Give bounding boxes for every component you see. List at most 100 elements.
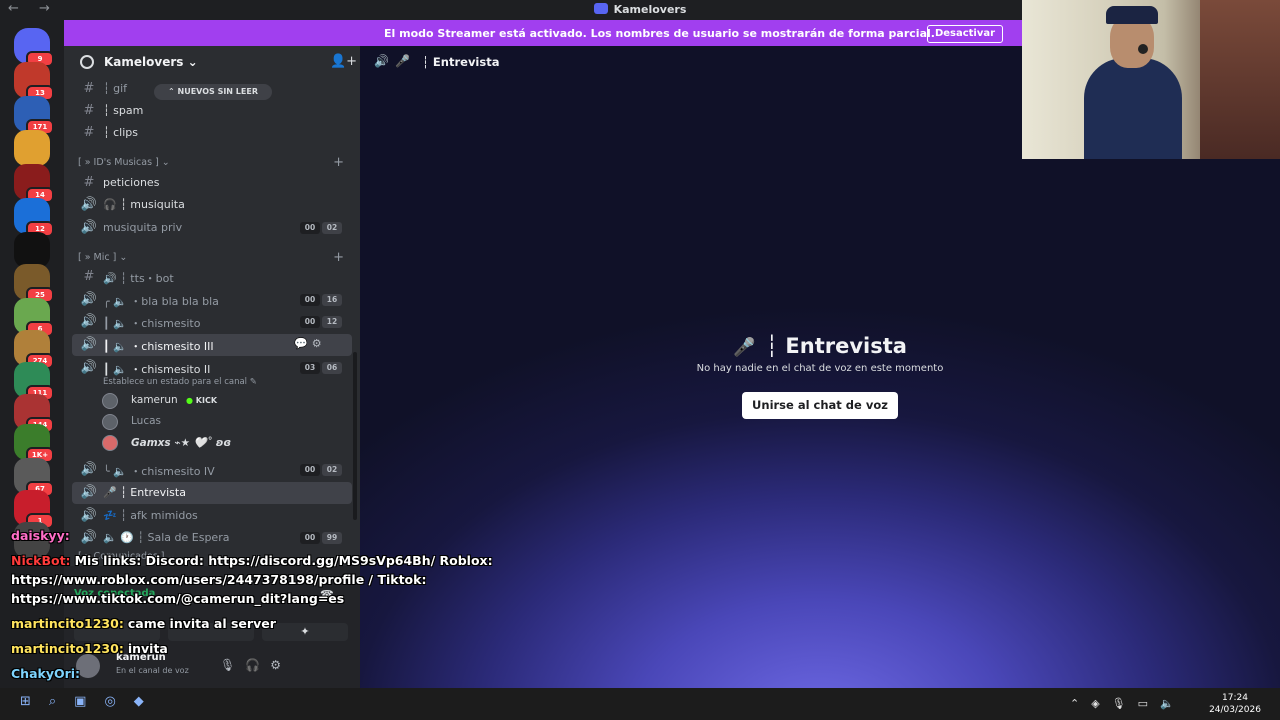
channel-status-prompt[interactable]: Establece un estado para el canal ✎ (103, 377, 257, 387)
channel-entrevista[interactable]: 🔊 🎤 ┆ Entrevista (72, 482, 352, 504)
channel-label: peticiones (103, 176, 160, 189)
guild-name-text: Kamelovers (104, 55, 184, 69)
channel-chismesito-ii[interactable]: 🔊 ┃ 🔈 ・chismesito II 03 06 (72, 357, 352, 379)
headphones-icon[interactable]: 🎧 (245, 658, 270, 672)
server-icon[interactable]: 14 (14, 164, 54, 203)
sidebar-scrollbar[interactable] (353, 352, 357, 520)
channel-musiquita[interactable]: 🔊 🎧 ┆ musiquita (72, 194, 352, 216)
camera-button[interactable] (74, 623, 160, 641)
channel-spam[interactable]: # ┆ spam (72, 100, 352, 122)
empty-voice-message: No hay nadie en el chat de voz en este m… (696, 363, 944, 374)
activities-button[interactable]: ✦ (262, 623, 348, 641)
server-icon[interactable]: 1K+ (14, 424, 54, 463)
voice-channel-title-text: ┆ Entrevista (765, 334, 907, 358)
user-limit: 02 (322, 222, 342, 234)
voice-user-name: Lucas (131, 415, 161, 427)
unread-pill-text: NUEVOS SIN LEER (177, 87, 258, 96)
user-controls[interactable]: 🎙🎧⚙ (220, 658, 291, 672)
new-unread-pill[interactable]: ⌃ NUEVOS SIN LEER (154, 84, 272, 100)
category-label: [ » Comunicados ] ⌄ (78, 551, 176, 562)
voice-user-name: Gamxs ⌁★ 🤍˚ ʚɞ (131, 437, 232, 449)
server-icon[interactable]: 6 (14, 298, 54, 337)
streamer-hat (1106, 6, 1158, 24)
disconnect-icon[interactable]: ☎ (320, 588, 334, 601)
streamer-figure (1084, 58, 1182, 159)
deactivate-streamer-button[interactable]: Desactivar (927, 25, 1003, 43)
os-taskbar: ⊞⌕▣◎◆ ⌃◈🎙▭🔈 17:24 24/03/2026 (0, 688, 1280, 720)
channel-label: musiquita priv (103, 221, 183, 234)
text-channel-icon: # (83, 103, 95, 118)
user-count: 00 (300, 532, 320, 544)
server-icon[interactable]: 171 (14, 96, 54, 135)
user-count: 03 (300, 362, 320, 374)
server-icon[interactable]: 12 (14, 198, 54, 237)
channel-musiquita-priv[interactable]: 🔊 musiquita priv 00 02 (72, 217, 352, 239)
voice-channel-icon: 🔊 (80, 197, 98, 212)
voice-channel-icon: 🔊 (80, 314, 98, 329)
channel-chismesito[interactable]: 🔊 ┃ 🔈 ・chismesito 00 12 (72, 311, 352, 333)
channel-sala-de-espera[interactable]: 🔊 🔈 🕐 ┆ Sala de Espera 00 99 (72, 527, 352, 549)
voice-user-name: kamerun (131, 394, 178, 406)
category-musicas[interactable]: [ » ID's Musicas ] ⌄ + (78, 155, 348, 173)
clock[interactable]: 17:24 24/03/2026 (1200, 692, 1270, 716)
channel-bla-bla[interactable]: 🔊 ╭ 🔈 ・bla bla bla bla 00 16 (72, 289, 352, 311)
channel-tools-icons[interactable]: 💬⚙ (294, 337, 326, 350)
user-count: 00 (300, 222, 320, 234)
avatar (102, 414, 118, 430)
banner-message: El modo Streamer está activado. Los nomb… (384, 27, 935, 40)
server-icon[interactable]: 9 (14, 28, 54, 67)
server-icon[interactable] (14, 522, 50, 558)
channel-label: 🔈 🕐 ┆ Sala de Espera (103, 531, 230, 544)
guild-name[interactable]: Kamelovers ⌄ (104, 55, 198, 69)
avatar (102, 435, 118, 451)
mic-icon[interactable]: 🎙 (220, 658, 245, 672)
voice-user[interactable]: kamerun ● KICK (100, 391, 340, 411)
category-label: [ » ID's Musicas ] ⌄ (78, 157, 170, 168)
user-limit: 16 (322, 294, 342, 306)
channel-label: 🎤 ┆ Entrevista (103, 486, 186, 499)
kick-badge-text: KICK (195, 396, 218, 405)
server-icon[interactable]: 67 (14, 458, 54, 497)
guild-header[interactable]: Kamelovers ⌄ 👤+ (64, 46, 360, 78)
share-screen-button[interactable] (168, 623, 254, 641)
channel-chismesito-iii[interactable]: 🔊 ┃ 🔈 ・chismesito III 💬⚙ (72, 334, 352, 356)
server-icon[interactable]: 111 (14, 362, 54, 401)
voice-channel-icon: 🔊 (80, 220, 98, 235)
channel-clips[interactable]: # ┆ clips (72, 122, 352, 144)
channel-tts-bot[interactable]: # 🔊 ┆ tts・bot (72, 266, 352, 288)
server-icon[interactable]: 1 (14, 490, 54, 529)
join-voice-button[interactable]: Unirse al chat de voz (742, 392, 898, 419)
user-panel: kamerun En el canal de voz 🎙🎧⚙ (64, 646, 360, 688)
system-tray[interactable]: ⌃◈🎙▭🔈 (1070, 697, 1186, 710)
voice-user[interactable]: Lucas (100, 412, 340, 432)
add-channel-icon[interactable]: + (333, 250, 344, 265)
channel-chismesito-iv[interactable]: 🔊 ╰ 🔈 ・chismesito IV 00 02 (72, 459, 352, 481)
webcam-background (1200, 0, 1280, 159)
category-label: [ » Mic ] ⌄ (78, 252, 128, 263)
add-channel-icon[interactable]: + (333, 155, 344, 170)
taskbar-apps[interactable]: ⊞⌕▣◎◆ (20, 694, 162, 709)
server-icon[interactable]: 274 (14, 330, 54, 369)
user-limit: 02 (322, 464, 342, 476)
channel-peticiones[interactable]: # peticiones (72, 172, 352, 194)
window-title-text: Kamelovers (613, 3, 687, 16)
server-icon[interactable]: 13 (14, 62, 54, 101)
channel-label: 🎧 ┆ musiquita (103, 198, 185, 211)
server-icon[interactable] (14, 232, 50, 268)
server-icon[interactable] (14, 130, 50, 166)
invite-people-icon[interactable]: 👤+ (330, 54, 357, 69)
user-count: 00 (300, 316, 320, 328)
avatar[interactable] (76, 654, 100, 678)
user-limit: 06 (322, 362, 342, 374)
server-icon[interactable]: 25 (14, 264, 54, 303)
clock-date: 24/03/2026 (1209, 705, 1261, 715)
settings-gear-icon[interactable]: ⚙ (270, 658, 291, 672)
channel-label: ┆ clips (103, 126, 138, 139)
voice-channel-icon: 🔊 (80, 485, 98, 500)
channel-afk-mimidos[interactable]: 🔊 💤 ┆ afk mimidos (72, 505, 352, 527)
voice-user[interactable]: Gamxs ⌁★ 🤍˚ ʚɞ (100, 433, 340, 453)
text-channel-icon: # (83, 175, 95, 190)
channel-label: ╰ 🔈 ・chismesito IV (103, 465, 215, 478)
user-count: 00 (300, 294, 320, 306)
category-comunicados[interactable]: [ » Comunicados ] ⌄ (78, 551, 348, 567)
